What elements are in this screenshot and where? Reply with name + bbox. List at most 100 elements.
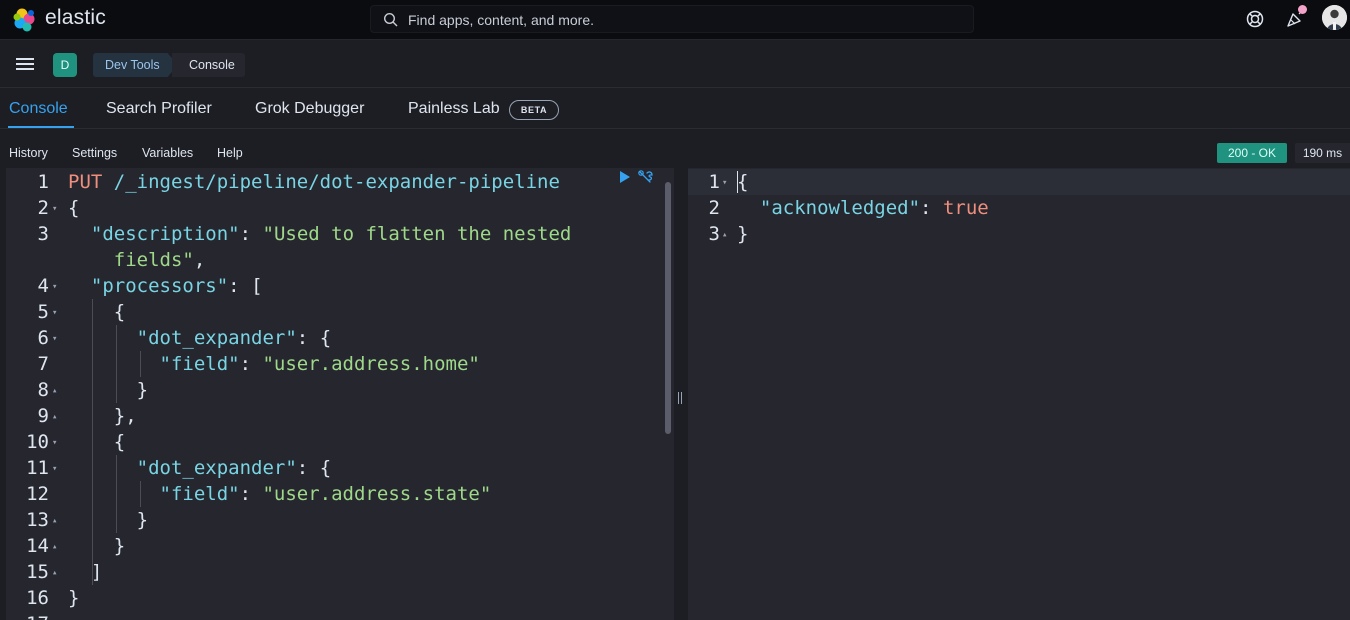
- fold-toggle-icon[interactable]: ▾: [722, 178, 727, 188]
- line-number: 9: [37, 405, 49, 427]
- code-line: fields",: [113, 249, 206, 271]
- line-number: 11: [26, 457, 49, 479]
- http-method: PUT: [68, 171, 103, 193]
- code-token: }: [136, 509, 149, 531]
- code-token: [: [251, 275, 263, 297]
- code-token: {: [113, 431, 126, 453]
- fold-toggle-icon[interactable]: ▴: [722, 230, 727, 240]
- active-tab-indicator: [8, 126, 74, 128]
- active-line-highlight: [688, 169, 1350, 195]
- line-number: 16: [26, 587, 49, 609]
- code-token: "acknowledged": [759, 197, 921, 219]
- code-token: "Used to flatten the nested: [262, 223, 572, 245]
- breadcrumb-console: Console: [172, 53, 245, 77]
- code-line: }: [68, 377, 148, 403]
- code-line: "dot_expander": {: [136, 457, 332, 479]
- line-number: 13: [26, 509, 49, 531]
- code-token: },: [113, 405, 137, 427]
- status-badge: 200 - OK: [1217, 143, 1287, 163]
- editor-scrollbar-thumb[interactable]: [665, 182, 671, 434]
- tab-console[interactable]: Console: [9, 100, 68, 118]
- app-nav-bar: D Dev Tools Console: [0, 41, 1350, 88]
- code-token: }: [113, 535, 126, 557]
- response-time-badge: 190 ms: [1295, 143, 1350, 163]
- code-token: {: [319, 457, 332, 479]
- code-token: fields": [113, 249, 194, 271]
- code-line: "field": "user.address.home": [159, 353, 480, 375]
- tab-painless-lab[interactable]: Painless Lab: [408, 100, 500, 118]
- help-link[interactable]: Help: [217, 146, 243, 160]
- fold-toggle-icon[interactable]: ▾: [52, 204, 57, 214]
- wrench-icon[interactable]: [637, 169, 654, 186]
- code-token: ]: [90, 561, 103, 583]
- resizer-handle-icon[interactable]: [678, 392, 682, 404]
- code-token: }: [68, 587, 80, 609]
- code-line: }: [68, 533, 125, 559]
- code-line: }: [68, 585, 79, 611]
- code-token: {: [319, 327, 332, 349]
- brand-name[interactable]: elastic: [45, 6, 106, 30]
- line-number: 14: [26, 535, 49, 557]
- code-token: "user.address.state": [262, 483, 492, 505]
- code-token: "processors": [90, 275, 229, 297]
- code-line: ]: [68, 559, 102, 585]
- code-line: {: [68, 195, 79, 221]
- space-avatar[interactable]: D: [53, 53, 77, 77]
- play-icon[interactable]: [618, 170, 632, 184]
- avatar-image: [1322, 5, 1347, 30]
- code-token: }: [136, 379, 149, 401]
- line-number: 7: [37, 353, 49, 375]
- search-icon: [383, 12, 398, 27]
- code-line: }: [737, 221, 748, 247]
- tab-search-profiler[interactable]: Search Profiler: [106, 100, 212, 118]
- line-number: 3: [708, 223, 720, 245]
- line-number: 5: [37, 301, 49, 323]
- fold-toggle-icon[interactable]: ▾: [52, 438, 57, 448]
- fold-toggle-icon[interactable]: ▴: [52, 386, 57, 396]
- fold-toggle-icon[interactable]: ▾: [52, 464, 57, 474]
- line-number: 2: [37, 197, 49, 219]
- avatar[interactable]: [1322, 5, 1347, 30]
- fold-toggle-icon[interactable]: ▴: [52, 516, 57, 526]
- request-editor[interactable]: 1 2 ▾ 3 4 ▾ 5 ▾ 6 ▾ 7 8 ▴ 9 ▴ 10 ▾ 11 ▾ …: [6, 168, 674, 620]
- code-line: "acknowledged": true: [759, 197, 989, 219]
- line-number: 17: [6, 611, 49, 620]
- code-token: "dot_expander": [136, 457, 297, 479]
- beta-badge: BETA: [509, 100, 559, 120]
- fold-toggle-icon[interactable]: ▾: [52, 334, 57, 344]
- fold-toggle-icon[interactable]: ▾: [52, 308, 57, 318]
- line-number: 1: [37, 171, 49, 193]
- line-number: 10: [26, 431, 49, 453]
- help-icon[interactable]: [1244, 8, 1266, 30]
- code-line: PUT /_ingest/pipeline/dot-expander-pipel…: [68, 169, 560, 195]
- response-editor[interactable]: 1 ▾ 2 3 ▴ { "acknowledged": true }: [688, 168, 1350, 620]
- request-gutter: 1 2 ▾ 3 4 ▾ 5 ▾ 6 ▾ 7 8 ▴ 9 ▴ 10 ▾ 11 ▾ …: [6, 168, 64, 620]
- fold-toggle-icon[interactable]: ▾: [52, 282, 57, 292]
- line-number: 8: [37, 379, 49, 401]
- line-number: 3: [37, 223, 49, 245]
- code-token: }: [737, 223, 749, 245]
- line-number: 6: [37, 327, 49, 349]
- history-link[interactable]: History: [9, 146, 48, 160]
- menu-toggle-icon[interactable]: [14, 55, 36, 75]
- tab-grok-debugger[interactable]: Grok Debugger: [255, 100, 364, 118]
- variables-link[interactable]: Variables: [142, 146, 193, 160]
- code-line: },: [68, 403, 137, 429]
- code-line: {: [68, 299, 125, 325]
- code-token: "field": [159, 353, 240, 375]
- settings-link[interactable]: Settings: [72, 146, 117, 160]
- breadcrumb-dev-tools[interactable]: Dev Tools: [93, 53, 178, 77]
- elastic-logo-icon[interactable]: [12, 7, 38, 33]
- code-line: "dot_expander": {: [136, 327, 332, 349]
- fold-toggle-icon[interactable]: ▴: [52, 412, 57, 422]
- code-token: {: [113, 301, 126, 323]
- code-line: {: [737, 169, 748, 195]
- dev-tools-tabs: Console Search Profiler Grok Debugger Pa…: [0, 88, 1350, 129]
- global-search[interactable]: [370, 5, 974, 33]
- code-line: "description": "Used to flatten the nest…: [90, 223, 572, 245]
- notification-dot: [1298, 5, 1307, 14]
- code-token: true: [942, 197, 989, 219]
- fold-toggle-icon[interactable]: ▴: [52, 568, 57, 578]
- fold-toggle-icon[interactable]: ▴: [52, 542, 57, 552]
- search-input[interactable]: [408, 10, 928, 30]
